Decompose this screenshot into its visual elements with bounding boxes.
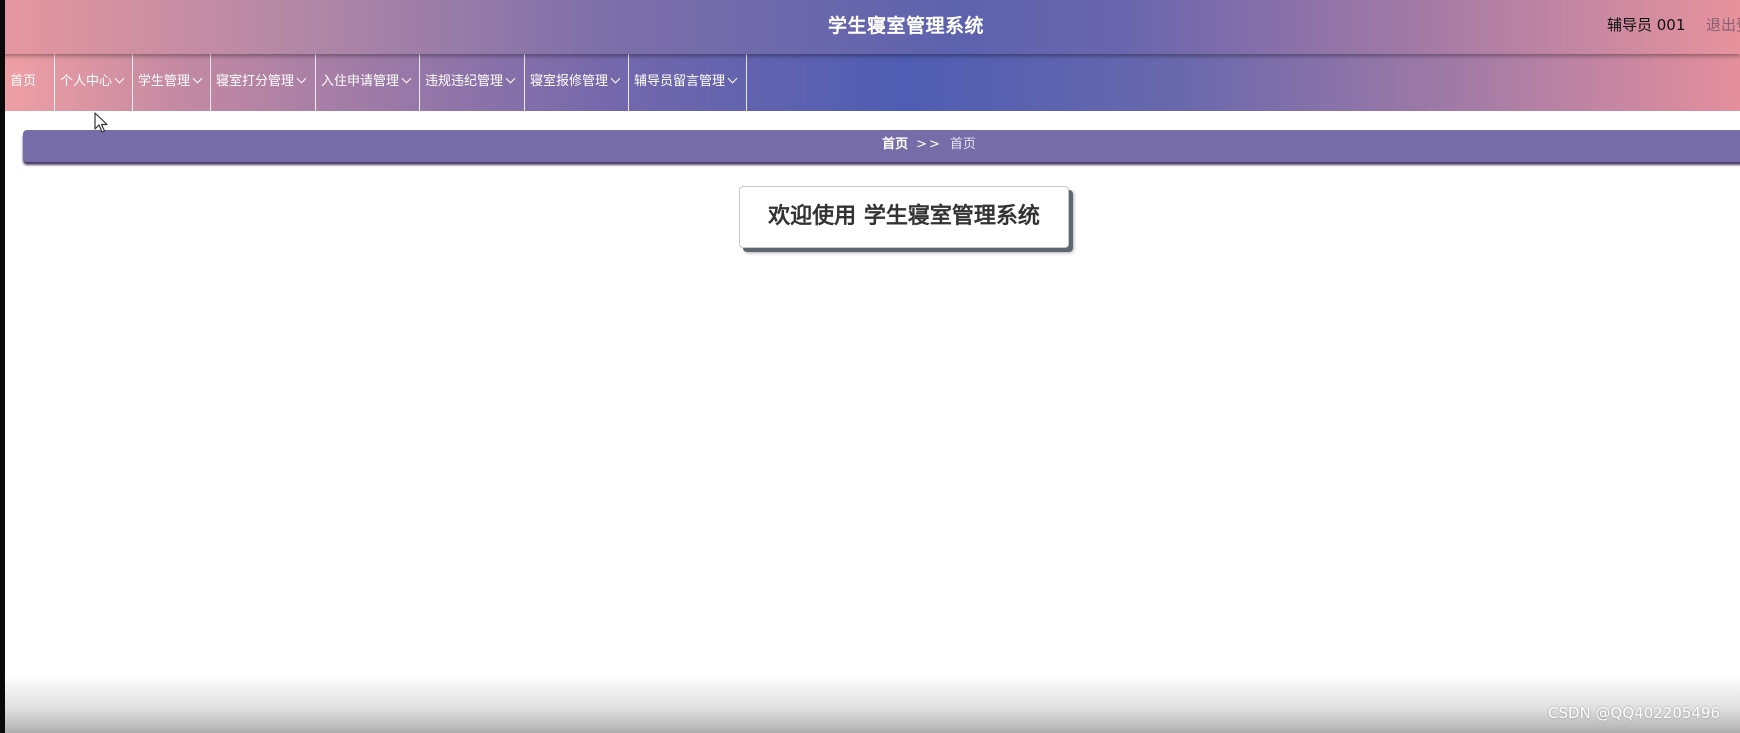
nav-item-label: 辅导员留言管理	[634, 74, 726, 89]
nav-item-dorm-score-management[interactable]: 寝室打分管理	[211, 54, 316, 111]
chevron-down-icon	[727, 73, 738, 84]
chevron-down-icon	[192, 73, 203, 84]
nav-item-student-management[interactable]: 学生管理	[133, 54, 211, 111]
nav-item-violation-management[interactable]: 违规违纪管理	[420, 54, 525, 111]
nav-item-dorm-repair-management[interactable]: 寝室报修管理	[525, 54, 629, 111]
watermark: CSDN @QQ402205496	[1548, 704, 1721, 722]
app-title: 学生寝室管理系统	[827, 15, 984, 37]
nav-item-counselor-message-management[interactable]: 辅导员留言管理	[629, 54, 747, 111]
nav-item-label: 寝室报修管理	[530, 74, 609, 89]
breadcrumb: 首页 >> 首页	[23, 130, 1740, 160]
breadcrumb-current: 首页	[949, 137, 976, 152]
chevron-down-icon	[505, 73, 516, 84]
nav-item-label: 违规违纪管理	[425, 74, 504, 89]
welcome-title: 欢迎使用 学生寝室管理系统	[739, 186, 1069, 248]
chevron-down-icon	[114, 73, 125, 84]
bottom-shadow	[0, 675, 1740, 733]
nav-item-label: 入住申请管理	[321, 74, 400, 89]
top-header: 学生寝室管理系统 辅导员 001 退出登录	[0, 0, 1740, 54]
nav-item-label: 个人中心	[60, 74, 113, 89]
nav-item-label: 寝室打分管理	[216, 74, 295, 89]
nav-item-label: 学生管理	[138, 74, 191, 89]
breadcrumb-separator: >>	[916, 137, 942, 152]
breadcrumb-bar: 首页 >> 首页	[23, 130, 1740, 162]
nav-item-label: 首页	[10, 74, 37, 89]
nav-item-checkin-application-management[interactable]: 入住申请管理	[316, 54, 420, 111]
nav-item-home[interactable]: 首页	[5, 54, 55, 111]
window-left-edge	[0, 0, 5, 733]
mouse-cursor-icon	[94, 112, 108, 133]
chevron-down-icon	[610, 73, 621, 84]
chevron-down-icon	[296, 73, 307, 84]
app-window: 学生寝室管理系统 辅导员 001 退出登录 首页 个人中心 学生管理 寝室打分管…	[0, 0, 1740, 733]
breadcrumb-home-link[interactable]: 首页	[882, 137, 908, 152]
nav-item-personal-center[interactable]: 个人中心	[55, 54, 133, 111]
logout-link[interactable]: 退出登录	[1706, 0, 1740, 50]
current-user: 辅导员 001	[1607, 16, 1686, 34]
main-nav: 首页 个人中心 学生管理 寝室打分管理 入住申请管理 违规违纪管理 寝室报修管理…	[0, 54, 1740, 111]
chevron-down-icon	[401, 73, 412, 84]
